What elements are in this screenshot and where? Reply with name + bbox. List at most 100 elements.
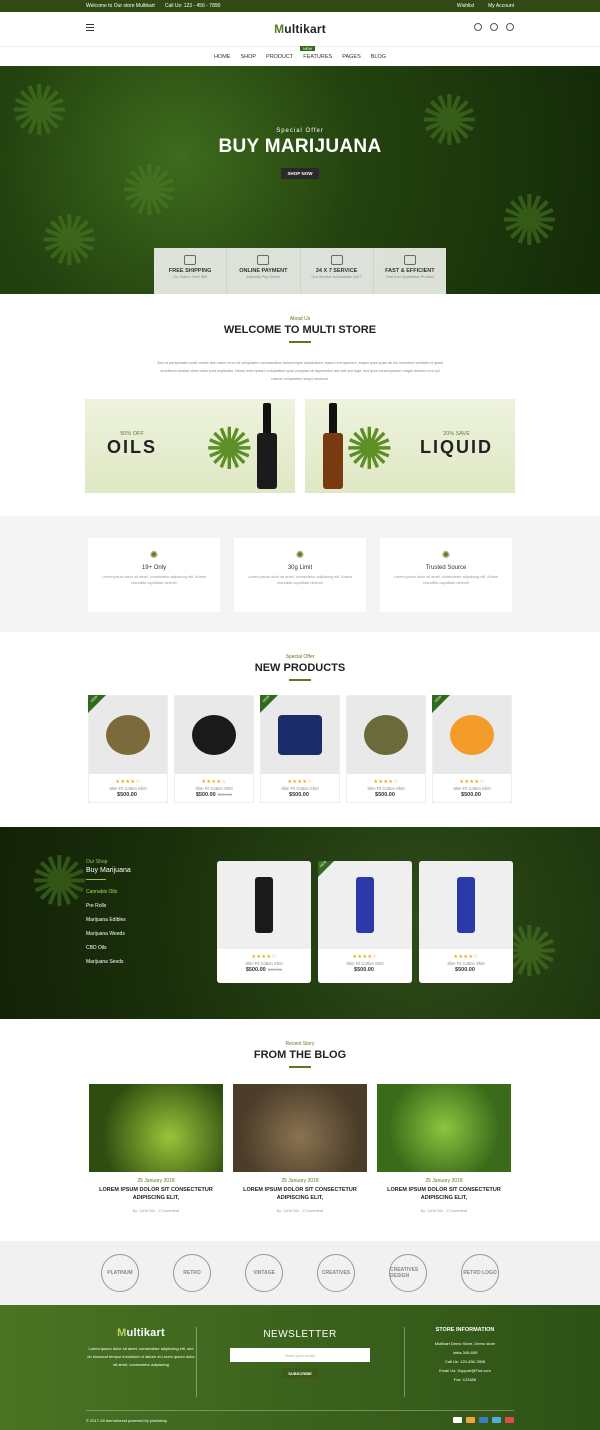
brand-logo[interactable]: PLATINUM [101,1254,139,1292]
footer-logo[interactable]: Multikart [86,1327,196,1339]
nav-features[interactable]: FEATURES [303,54,332,60]
email-input[interactable]: Enter your email [230,1348,370,1362]
brand-logos: PLATINUM RETRO VINTAGE CREATIVES CREATIV… [0,1241,600,1305]
new-products-section: Special Offer NEW PRODUCTS NEW ★★★★☆ Slim … [0,632,600,827]
newsletter-title: NEWSLETTER [263,1329,337,1340]
shop-product-card[interactable]: ★★★★☆ Slim Fit Cotton Shirt $500.00 [419,861,513,983]
about-section: About Us WELCOME TO MULTI STORE Sed ut p… [0,294,600,516]
rating-stars: ★★★★☆ [352,954,378,960]
hero-banner: ✺ ✺ ✺ ✺ ✺ Special Offer BUY MARIJUANA SH… [0,66,600,294]
payment-icons [453,1417,514,1423]
truck-icon [184,255,197,265]
category-item[interactable]: CBD Oils [86,945,131,951]
rating-stars: ★★★★☆ [373,779,399,785]
account-link[interactable]: My Account [488,3,514,9]
leaf-icon: ✺ [40,202,99,280]
store-info-title: STORE INFORMATION [435,1327,495,1333]
new-tag: NEW [88,695,106,713]
product-name: Slim Fit Cotton Shirt [245,961,283,966]
settings-icon[interactable] [490,23,498,31]
hero-title: BUY MARIJUANA [218,136,382,157]
product-image [419,861,513,949]
category-item[interactable]: Marijuana Seeds [86,959,131,965]
shop-product-card[interactable]: ★★★★☆ Slim Fit Cotton Shirt $500.00 $600.00 [217,861,311,983]
feature-service: 24 X 7 SERVICE Our Service Is Available 2… [301,248,374,294]
clock-icon [330,255,343,265]
new-tag: NEW [318,861,335,878]
nav-product[interactable]: PRODUCT [266,54,293,60]
footer: Multikart Lorem ipsum dolor sit amet, co… [0,1305,600,1430]
product-card[interactable]: ★★★★☆ Slim Fit Cotton Shirt $500.00 $600.00 [174,695,254,803]
product-card[interactable]: NEW ★★★★☆ Slim Fit Cotton Shirt $500.00 [88,695,168,803]
product-image [175,696,253,774]
product-price: $500.00 [461,792,481,798]
product-price: $500.00 [289,792,309,798]
blog-section: Recent Story FROM THE BLOG 25 January 20… [0,1019,600,1241]
leaf-icon: ✺ [295,550,305,561]
category-item[interactable]: Marijuana Edibles [86,917,131,923]
nav-blog[interactable]: BLOG [371,54,386,60]
blog-post[interactable]: 25 January 2018 LOREM IPSUM DOLOR SIT CON… [233,1084,367,1213]
copyright: © 2017-18 themeforest powered by pixelst… [86,1417,167,1423]
brand-logo[interactable]: CREATIVES [317,1254,355,1292]
blog-post[interactable]: 25 January 2018 LOREM IPSUM DOLOR SIT CON… [377,1084,511,1213]
mastercard-icon [466,1417,475,1423]
phone-text: Call Us: 123 - 456 - 7890 [164,3,221,9]
about-subtitle: About Us [289,316,311,322]
product-name: Slim Fit Cotton Shirt [367,786,405,791]
shop-title: Buy Marijuana [86,867,131,874]
product-price: $500.00 $600.00 [245,967,283,973]
subscribe-button[interactable]: SUBSCRIBE [281,1368,319,1379]
brand-logo[interactable]: RETRO LOGO [461,1254,499,1292]
feature-fast: FAST & EFFICIENT Fast And Qualitative Pro… [374,248,446,294]
oils-banner[interactable]: ✺ 50% OFF OILS [85,399,295,493]
nav-shop[interactable]: SHOP [240,54,256,60]
new-products-subtitle: Special Offer [285,654,315,660]
paypal-icon [479,1417,488,1423]
category-item[interactable]: Cannabis Oils [86,889,131,895]
shop-now-button[interactable]: SHOP NOW [280,168,320,179]
amex-icon [492,1417,501,1423]
wishlist-link[interactable]: Wishlist [457,3,474,9]
visa-icon [453,1417,462,1423]
product-price: $500.00 [375,792,395,798]
product-price: $500.00 [455,967,475,973]
nav-pages[interactable]: PAGES [342,54,361,60]
leaf-icon: ✺ [30,843,89,921]
about-title: WELCOME TO MULTI STORE [223,324,377,336]
cart-icon[interactable] [506,23,514,31]
site-logo[interactable]: Multikart [274,22,326,36]
product-card[interactable]: NEW ★★★★☆ Slim Fit Cotton Shirt $500.00 [432,695,512,803]
product-image [217,861,311,949]
search-icon[interactable] [474,23,482,31]
liquid-banner[interactable]: ✺ 20% SAVE LIQUID [305,399,515,493]
product-name: Slim Fit Cotton Shirt [447,961,485,966]
footer-about: Lorem ipsum dolor sit amet, consectetur … [87,1346,195,1367]
service-features: FREE SHIPPING On Orders Over $50 ONLINE P… [154,248,446,294]
category-item[interactable]: Marijuana Weeds [86,931,131,937]
brand-logo[interactable]: CREATIVES DESIGN [389,1254,427,1292]
blog-title: FROM THE BLOG [253,1049,347,1061]
header: Multikart [0,12,600,46]
about-text: Sed ut perspiciatis unde omnis iste natu… [157,361,443,381]
leaf-icon: ✺ [149,550,159,561]
brand-logo[interactable]: VINTAGE [245,1254,283,1292]
product-name: Slim Fit Cotton Shirt [346,961,384,966]
category-item[interactable]: Pre Rolls [86,903,131,909]
blog-post[interactable]: 25 January 2018 LOREM IPSUM DOLOR SIT CON… [89,1084,223,1213]
brand-logo[interactable]: RETRO [173,1254,211,1292]
new-products-title: NEW PRODUCTS [254,662,346,674]
limit-card: ✺ 30g Limit Lorem ipsum dolor sit amet, co… [234,538,366,612]
menu-icon[interactable] [86,24,94,31]
shop-product-card[interactable]: NEW ★★★★☆ Slim Fit Cotton Shirt $500.00 [318,861,412,983]
plane-icon [403,255,416,265]
category-list: Cannabis Oils Pre Rolls Marijuana Edibles M… [86,889,131,965]
rating-stars: ★★★★☆ [251,954,277,960]
product-card[interactable]: NEW ★★★★☆ Slim Fit Cotton Shirt $500.00 [260,695,340,803]
rating-stars: ★★★★☆ [201,779,227,785]
product-card[interactable]: ★★★★☆ Slim Fit Cotton Shirt $500.00 [346,695,426,803]
nav-home[interactable]: HOME [214,54,231,60]
product-name: Slim Fit Cotton Shirt [453,786,491,791]
product-name: Slim Fit Cotton Shirt [195,786,233,791]
limit-card: ✺ 19+ Only Lorem ipsum dolor sit amet, con… [88,538,220,612]
